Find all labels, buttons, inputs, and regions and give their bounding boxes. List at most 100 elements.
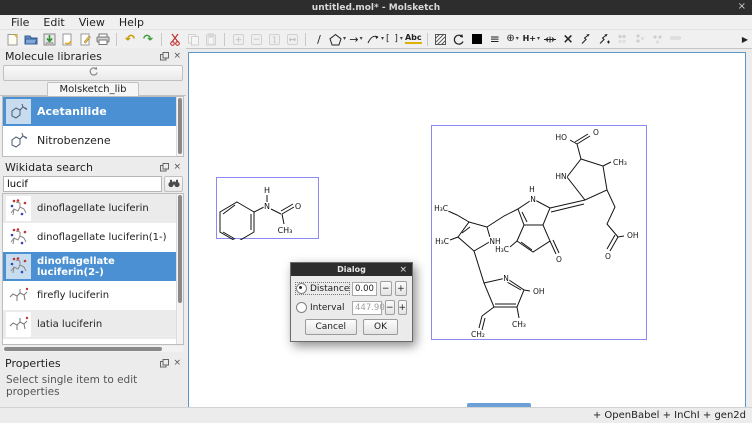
cut-icon [169, 33, 181, 46]
hydrogen-tool-dropdown-arrow[interactable]: ▾ [537, 36, 540, 42]
color-picker-icon [471, 33, 483, 45]
ring-tool-button[interactable]: ▾ [329, 31, 346, 47]
distance-value-field[interactable]: 0.00 [352, 282, 377, 296]
wikidata-list-item-2[interactable]: dinoflagellate luciferin(2-) [3, 252, 183, 281]
library-list-item-0[interactable]: Acetanilide [3, 97, 183, 126]
save-button[interactable] [41, 31, 57, 47]
tab-molsketch-lib[interactable]: Molsketch_lib [47, 82, 140, 96]
hydrogen-tool-button[interactable]: H+▾ [523, 31, 540, 47]
distance-decrement-button[interactable]: − [380, 281, 392, 296]
scrollbar-handle[interactable] [4, 347, 162, 351]
interval-decrement-button[interactable]: − [385, 300, 395, 315]
wikidata-list-item-0[interactable]: dinoflagellate luciferin [3, 194, 183, 223]
wikidata-list-item-4[interactable]: latia luciferin [3, 310, 183, 339]
reaction-arrow-button[interactable]: →▾ [348, 31, 364, 47]
bracket-tool-button[interactable]: [ ]▾ [386, 31, 403, 47]
save-as-button[interactable] [59, 31, 75, 47]
drawing-canvas[interactable]: H N O CH₃ [188, 52, 746, 409]
wikidata-list-vertical-scrollbar[interactable] [176, 194, 183, 344]
draw-bond-button[interactable]: / [311, 31, 327, 47]
wikidata-search-button[interactable] [164, 176, 183, 192]
scrollbar-handle[interactable] [178, 98, 182, 154]
wikidata-search-close-button[interactable]: × [173, 162, 181, 172]
zoom-original-button: 1 [266, 31, 282, 47]
distance-radio[interactable] [296, 283, 307, 294]
adjust-hydrogens-icon [543, 34, 557, 45]
mechanism-arrow-button[interactable]: ▾ [366, 31, 384, 47]
edit-export-button[interactable] [77, 31, 93, 47]
atom-label: CH₃ [512, 320, 526, 329]
wikidata-list-item-5[interactable] [3, 339, 183, 345]
properties-close-button[interactable]: × [173, 358, 181, 368]
distance-radio-label[interactable]: Distance [310, 284, 349, 294]
align-vertical-button [632, 31, 648, 47]
color-picker-button[interactable] [469, 31, 485, 47]
distribute-vertical-button [668, 31, 684, 47]
ring-tool-icon [329, 33, 342, 46]
atom-label: N [530, 195, 536, 204]
wikidata-horizontal-scrollbar[interactable] [3, 346, 183, 352]
distance-increment-button[interactable]: + [395, 281, 407, 296]
charge-tool-button[interactable]: ⊕▾ [505, 31, 521, 47]
undo-button[interactable]: ↶ [122, 31, 138, 47]
mechanism-tool-1-icon [580, 33, 593, 45]
reaction-arrow-dropdown-arrow[interactable]: ▾ [360, 36, 363, 42]
undo-icon: ↶ [125, 33, 135, 45]
menu-view[interactable]: View [72, 16, 112, 29]
atom-label: O [295, 202, 301, 211]
adjust-hydrogens-button[interactable] [542, 31, 558, 47]
toolbar-separator [427, 33, 428, 46]
print-button[interactable] [95, 31, 111, 47]
text-tool-button[interactable]: Abc [405, 31, 422, 47]
menu-file[interactable]: File [4, 16, 36, 29]
wikidata-list-item-3[interactable]: firefly luciferin [3, 281, 183, 310]
atom-label: N [264, 202, 270, 211]
cut-button[interactable] [167, 31, 183, 47]
acetanilide-molecule[interactable]: H N O CH₃ [214, 172, 322, 240]
wikidata-list-item-1[interactable]: dinoflagellate luciferin(1-) [3, 223, 183, 252]
molecule-libraries-header: Molecule libraries × [0, 48, 186, 64]
toolbar-overflow-button[interactable]: ▶ [742, 35, 748, 44]
hatch-pattern-button[interactable] [433, 31, 449, 47]
molecule-libraries-close-button[interactable]: × [173, 51, 181, 61]
ok-button[interactable]: OK [363, 319, 398, 335]
menu-edit[interactable]: Edit [36, 16, 71, 29]
mechanism-tool-1-button[interactable] [578, 31, 594, 47]
delete-tool-icon: × [563, 33, 574, 46]
dialog-titlebar[interactable]: Dialog × [291, 263, 412, 276]
float-panel-icon[interactable] [160, 163, 169, 172]
redo-button[interactable]: ↷ [140, 31, 156, 47]
new-file-button[interactable] [5, 31, 21, 47]
library-tabbar: Molsketch_lib [0, 82, 186, 96]
line-width-button[interactable]: ≡ [487, 31, 503, 47]
atom-label: CH₃ [278, 226, 293, 235]
charge-tool-dropdown-arrow[interactable]: ▾ [516, 36, 519, 42]
library-list-vertical-scrollbar[interactable] [176, 97, 183, 156]
interval-increment-button[interactable]: + [398, 300, 408, 315]
open-file-button[interactable] [23, 31, 39, 47]
float-panel-icon[interactable] [160, 359, 169, 368]
luciferin-molecule[interactable]: HO O CH₃ HN H N H₃C H₃C NH H₃C O OH O N … [428, 120, 649, 341]
interval-radio[interactable] [296, 302, 307, 313]
interval-value-field: 447.90 [352, 301, 382, 315]
window-close-button[interactable]: × [738, 1, 746, 12]
scrollbar-handle[interactable] [178, 195, 182, 303]
zoom-fit-icon [286, 33, 299, 46]
delete-tool-button[interactable]: × [560, 31, 576, 47]
cancel-button[interactable]: Cancel [305, 319, 358, 335]
ring-tool-dropdown-arrow[interactable]: ▾ [343, 36, 346, 42]
reload-library-button[interactable] [3, 65, 183, 81]
mechanism-arrow-dropdown-arrow[interactable]: ▾ [381, 36, 384, 42]
dialog-close-button[interactable]: × [399, 265, 407, 275]
rotate-button[interactable] [451, 31, 467, 47]
menu-help[interactable]: Help [112, 16, 151, 29]
interval-radio-label[interactable]: Interval [310, 303, 349, 313]
toolbar: ↶↷+−1/▾→▾▾[ ]▾Abc≡⊕▾H+▾×▶ [0, 30, 752, 49]
bracket-tool-dropdown-arrow[interactable]: ▾ [400, 36, 403, 42]
library-list-item-1[interactable]: Nitrobenzene [3, 126, 183, 155]
float-panel-icon[interactable] [160, 52, 169, 61]
align-horizontal-icon [616, 33, 628, 45]
mechanism-tool-2-button[interactable] [596, 31, 612, 47]
molecule-thumbnail [6, 99, 31, 124]
wikidata-search-input[interactable] [3, 176, 162, 192]
